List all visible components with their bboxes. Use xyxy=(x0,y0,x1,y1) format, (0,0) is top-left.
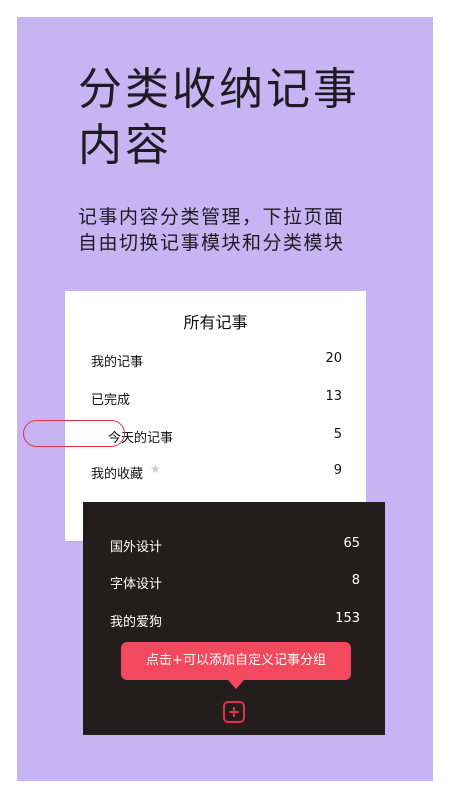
category-count: 65 xyxy=(343,536,360,551)
category-label: 国外设计 xyxy=(110,540,163,555)
note-group-count: 20 xyxy=(325,351,342,366)
category-item-foreign-design[interactable]: 国外设计 65 xyxy=(110,534,360,556)
note-group-label: 我的收藏 xyxy=(91,467,144,482)
note-group-label: 已完成 xyxy=(91,393,131,408)
category-label: 字体设计 xyxy=(110,577,163,592)
plus-square-icon[interactable] xyxy=(223,701,245,723)
tooltip-pointer xyxy=(228,680,244,689)
page-headline: 分类收纳记事 内容 xyxy=(78,62,418,174)
note-group-favorites[interactable]: 我的收藏 ★ 9 xyxy=(91,461,342,483)
category-count: 8 xyxy=(351,573,360,588)
note-group-count: 13 xyxy=(325,389,342,404)
category-label: 我的爱狗 xyxy=(110,615,163,630)
subtitle-line-2: 自由切换记事模块和分类模块 xyxy=(78,232,345,254)
categories-card: 国外设计 65 字体设计 8 我的爱狗 153 点击+可以添加自定义记事分组 xyxy=(83,502,385,735)
headline-line-2: 内容 xyxy=(78,120,172,171)
subtitle-line-1: 记事内容分类管理，下拉页面 xyxy=(78,206,345,228)
page-subtitle: 记事内容分类管理，下拉页面 自由切换记事模块和分类模块 xyxy=(78,204,408,256)
all-notes-title: 所有记事 xyxy=(183,313,248,332)
today-highlight-outline xyxy=(23,420,125,447)
star-icon: ★ xyxy=(150,462,161,476)
category-count: 153 xyxy=(335,611,360,626)
category-item-font-design[interactable]: 字体设计 8 xyxy=(110,571,360,593)
note-group-today[interactable]: 今天的记事 5 xyxy=(91,425,342,447)
note-group-completed[interactable]: 已完成 13 xyxy=(91,387,342,409)
note-group-count: 9 xyxy=(333,463,342,478)
headline-line-1: 分类收纳记事 xyxy=(78,64,360,115)
category-item-my-dog[interactable]: 我的爱狗 153 xyxy=(110,609,360,631)
note-group-label: 我的记事 xyxy=(91,355,144,370)
add-group-tooltip: 点击+可以添加自定义记事分组 xyxy=(121,642,351,680)
note-group-my-notes[interactable]: 我的记事 20 xyxy=(91,349,342,371)
note-group-count: 5 xyxy=(333,427,342,442)
